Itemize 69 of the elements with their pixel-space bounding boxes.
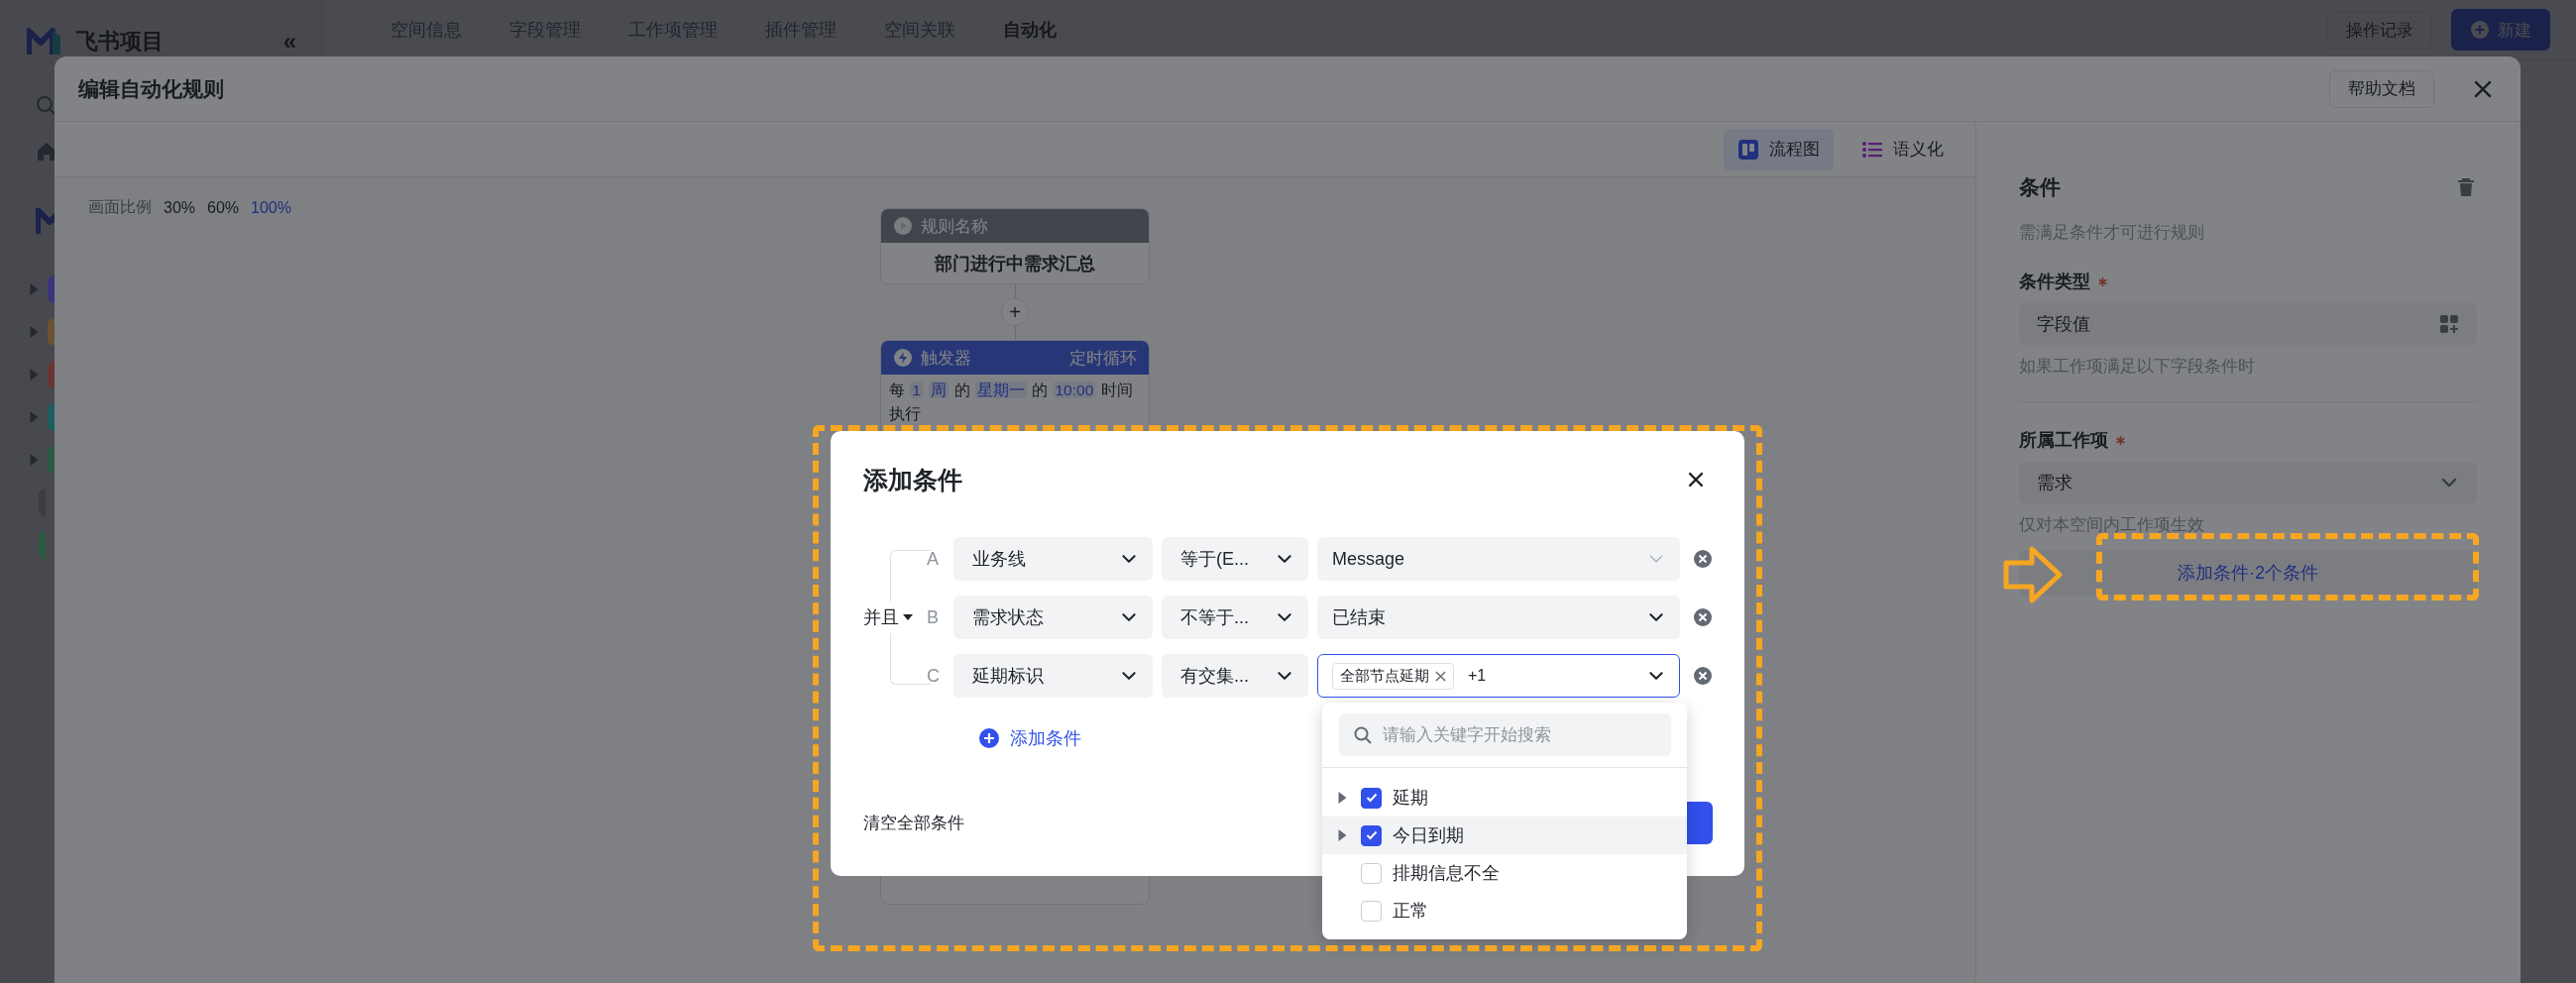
dropdown-option[interactable]: 今日到期 bbox=[1322, 817, 1687, 854]
field-label: 条件类型 bbox=[2019, 271, 2090, 293]
dropdown-option[interactable]: 延期 bbox=[1322, 779, 1687, 817]
remove-icon[interactable] bbox=[1693, 607, 1713, 627]
value-select[interactable]: 全部节点延期 +1 bbox=[1317, 654, 1680, 698]
caret-down-icon bbox=[903, 613, 913, 621]
more-count: +1 bbox=[1468, 667, 1487, 685]
condition-letter: C bbox=[927, 665, 941, 687]
plus-circle-icon bbox=[2470, 20, 2490, 40]
logo-icon bbox=[36, 208, 55, 234]
field-select[interactable]: 需求状态 bbox=[953, 596, 1153, 639]
field-label: 所属工作项 bbox=[2019, 429, 2108, 452]
operator-select[interactable]: 不等于... bbox=[1162, 596, 1308, 639]
value-tag: 全部节点延期 bbox=[1332, 662, 1454, 690]
condition-letter: A bbox=[927, 548, 940, 570]
help-button[interactable]: 帮助文档 bbox=[2329, 69, 2434, 108]
board-icon bbox=[1737, 138, 1759, 161]
checkbox[interactable] bbox=[1361, 787, 1382, 809]
value-field[interactable]: Message bbox=[1317, 537, 1680, 581]
zoom-option[interactable]: 30% bbox=[164, 198, 196, 217]
value-select[interactable]: 已结束 bbox=[1317, 596, 1680, 639]
dropdown-option[interactable]: 正常 bbox=[1322, 892, 1687, 929]
checkbox[interactable] bbox=[1361, 824, 1382, 846]
play-icon bbox=[893, 216, 913, 236]
search-field[interactable]: 请输入关键字开始搜索 bbox=[1339, 713, 1671, 756]
trash-icon[interactable] bbox=[2455, 176, 2477, 198]
zoom-option[interactable]: 60% bbox=[207, 198, 240, 217]
add-step-button[interactable]: + bbox=[1001, 298, 1029, 326]
dialog-title: 添加条件 bbox=[863, 464, 962, 495]
lightning-icon bbox=[893, 348, 913, 368]
caret-right-icon bbox=[30, 368, 39, 381]
search-icon bbox=[1353, 724, 1373, 745]
rule-name-node[interactable]: 规则名称 部门进行中需求汇总 bbox=[880, 208, 1150, 284]
caret-right-icon bbox=[30, 282, 39, 295]
drawer-title: 编辑自动化规则 bbox=[78, 75, 224, 102]
trigger-type: 定时循环 bbox=[1069, 347, 1137, 370]
checkmark-icon bbox=[1364, 791, 1379, 805]
operator-select[interactable]: 有交集... bbox=[1162, 654, 1308, 698]
caret-right-icon bbox=[1338, 792, 1347, 804]
arrow-right-icon bbox=[2002, 545, 2064, 604]
logo-icon bbox=[27, 27, 62, 56]
field-select[interactable]: 延期标识 bbox=[953, 654, 1153, 698]
view-tab[interactable]: 流程图 bbox=[1724, 128, 1834, 170]
checkmark-icon bbox=[1364, 828, 1379, 842]
caret-right-icon bbox=[30, 325, 39, 338]
operator-select[interactable]: 等于(E... bbox=[1162, 537, 1308, 581]
caret-right-icon bbox=[30, 410, 39, 423]
field-select[interactable]: 业务线 bbox=[953, 537, 1153, 581]
add-condition-button[interactable]: 添加条件·2个条件 bbox=[2019, 550, 2477, 596]
view-tab[interactable]: 语义化 bbox=[1848, 128, 1958, 170]
zoom-option[interactable]: 100% bbox=[251, 198, 291, 217]
panel-title: 条件 bbox=[2019, 174, 2061, 200]
logic-dropdown[interactable]: 并且 bbox=[863, 601, 913, 633]
plus-circle-icon bbox=[978, 727, 1000, 749]
picker-field[interactable]: 字段值 bbox=[2019, 303, 2477, 345]
node-title: 触发器 bbox=[921, 347, 971, 370]
node-title: 规则名称 bbox=[921, 215, 988, 238]
grid-plus-icon bbox=[2439, 314, 2459, 334]
condition-letter: B bbox=[927, 606, 940, 628]
select-field[interactable]: 需求 bbox=[2019, 462, 2477, 503]
clear-all-link[interactable]: 清空全部条件 bbox=[863, 812, 964, 834]
caret-right-icon bbox=[30, 453, 39, 466]
rule-name: 部门进行中需求汇总 bbox=[934, 252, 1096, 275]
add-condition-link[interactable]: 添加条件 bbox=[978, 721, 1081, 755]
remove-icon[interactable] bbox=[1693, 549, 1713, 569]
dropdown-option[interactable]: 排期信息不全 bbox=[1322, 854, 1687, 892]
remove-icon[interactable] bbox=[1693, 666, 1713, 686]
zoom-label: 画面比例 bbox=[88, 197, 152, 217]
caret-right-icon bbox=[1338, 829, 1347, 841]
